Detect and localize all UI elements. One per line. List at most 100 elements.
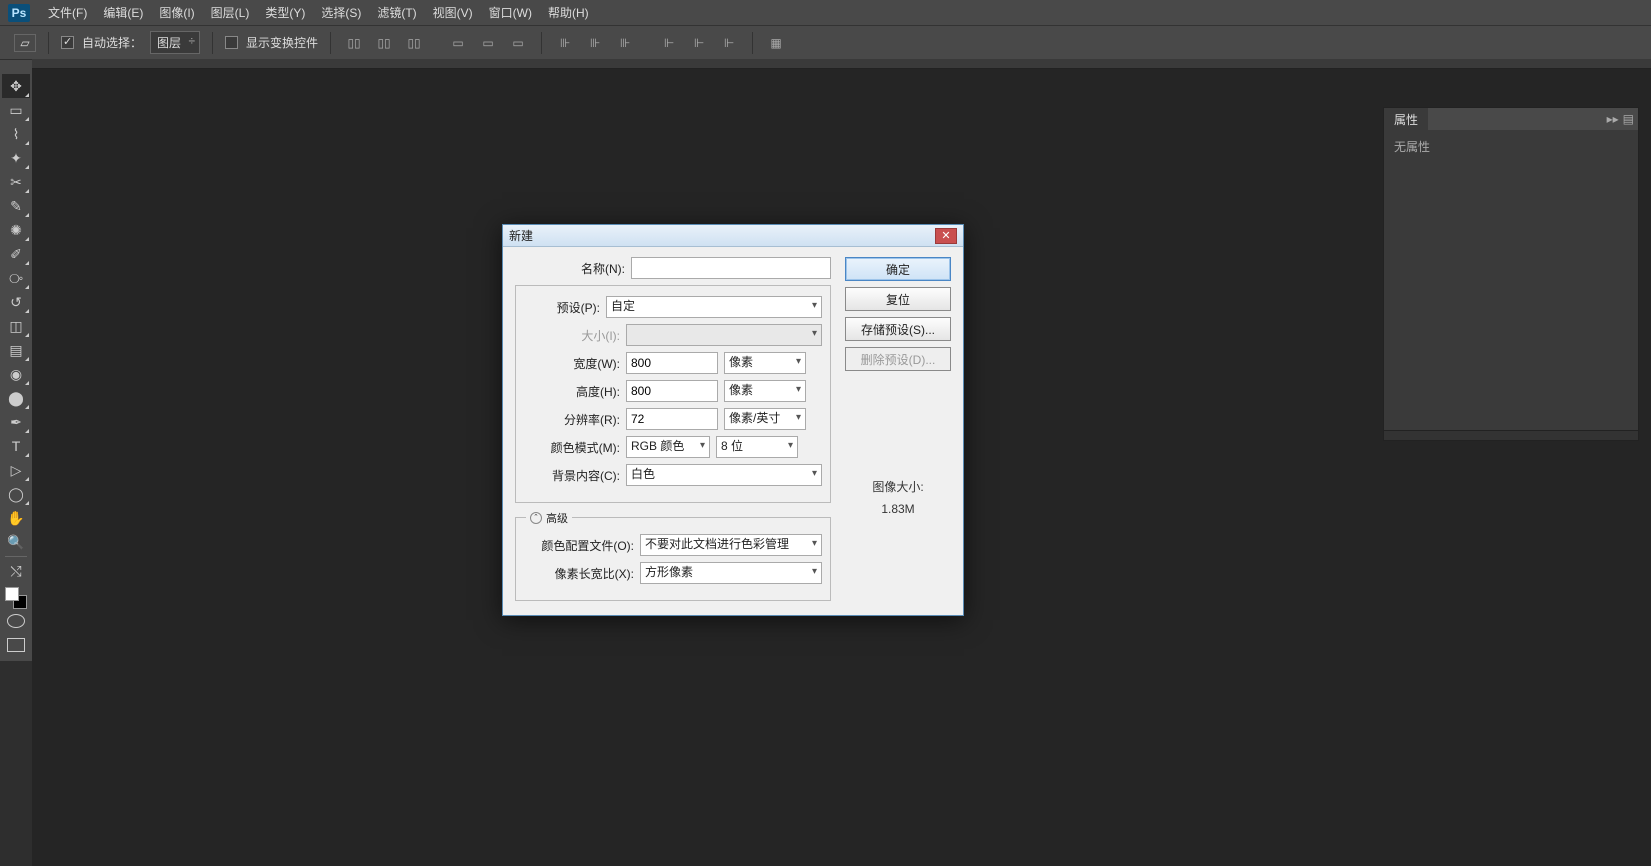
quickmask-icon[interactable] — [2, 609, 30, 633]
menu-file[interactable]: 文件(F) — [40, 4, 95, 21]
lasso-tool[interactable]: ⌇ — [2, 122, 30, 146]
auto-select-label: 自动选择： — [82, 34, 142, 51]
resolution-label: 分辨率(R): — [524, 411, 620, 428]
properties-footer — [1384, 430, 1638, 440]
zoom-tool[interactable]: 🔍 — [2, 530, 30, 554]
gradient-tool[interactable]: ▤ — [2, 338, 30, 362]
properties-panel: 属性 ▸▸ ▤ 无属性 — [1383, 107, 1639, 441]
marquee-tool[interactable]: ▭ — [2, 98, 30, 122]
new-document-dialog: 新建 ✕ 名称(N): 预设(P): 自定 大小(I): 宽度(W): — [502, 224, 964, 616]
panel-menu-icon[interactable]: ▤ — [1623, 112, 1634, 126]
distribute-1-icon[interactable]: ⊪ — [554, 33, 576, 53]
color-profile-label: 颜色配置文件(O): — [524, 537, 634, 554]
eyedropper-tool[interactable]: ✎ — [2, 194, 30, 218]
preset-group: 预设(P): 自定 大小(I): 宽度(W): 像素 高度(H): 像素 — [515, 285, 831, 503]
distribute-4-icon[interactable]: ⊩ — [658, 33, 680, 53]
path-select-tool[interactable]: ▷ — [2, 458, 30, 482]
menu-select[interactable]: 选择(S) — [313, 4, 369, 21]
preset-label: 预设(P): — [524, 299, 600, 316]
height-unit-select[interactable]: 像素 — [724, 380, 806, 402]
menu-help[interactable]: 帮助(H) — [540, 4, 597, 21]
bg-content-select[interactable]: 白色 — [626, 464, 822, 486]
width-unit-select[interactable]: 像素 — [724, 352, 806, 374]
align-top-icon[interactable]: ▭ — [447, 33, 469, 53]
foreground-color[interactable] — [5, 587, 19, 601]
arrange-icon[interactable]: ▦ — [765, 33, 787, 53]
menu-type[interactable]: 类型(Y) — [257, 4, 313, 21]
advanced-toggle[interactable]: ˆ 高级 — [526, 510, 572, 526]
menu-filter[interactable]: 滤镜(T) — [369, 4, 424, 21]
width-input[interactable] — [626, 352, 718, 374]
menu-bar: Ps 文件(F) 编辑(E) 图像(I) 图层(L) 类型(Y) 选择(S) 滤… — [0, 0, 1651, 25]
distribute-5-icon[interactable]: ⊩ — [688, 33, 710, 53]
resolution-input[interactable] — [626, 408, 718, 430]
dialog-close-button[interactable]: ✕ — [935, 228, 957, 244]
advanced-group: ˆ 高级 颜色配置文件(O): 不要对此文档进行色彩管理 像素长宽比(X): 方… — [515, 517, 831, 601]
align-bottom-icon[interactable]: ▭ — [507, 33, 529, 53]
history-brush-tool[interactable]: ↺ — [2, 290, 30, 314]
show-transform-checkbox[interactable] — [225, 36, 238, 49]
auto-select-target-dropdown[interactable]: 图层 — [150, 31, 200, 54]
distribute-3-icon[interactable]: ⊪ — [614, 33, 636, 53]
align-right-icon[interactable]: ▯▯ — [403, 33, 425, 53]
menu-edit[interactable]: 编辑(E) — [95, 4, 151, 21]
auto-select-checkbox[interactable] — [61, 36, 74, 49]
height-input[interactable] — [626, 380, 718, 402]
distribute-6-icon[interactable]: ⊩ — [718, 33, 740, 53]
app-logo: Ps — [8, 4, 30, 22]
pixel-aspect-select[interactable]: 方形像素 — [640, 562, 822, 584]
color-swatch[interactable] — [5, 587, 27, 609]
color-mode-select[interactable]: RGB 颜色 — [626, 436, 710, 458]
height-label: 高度(H): — [524, 383, 620, 400]
move-tool[interactable]: ✥ — [2, 74, 30, 98]
resolution-unit-select[interactable]: 像素/英寸 — [724, 408, 806, 430]
menu-layer[interactable]: 图层(L) — [203, 4, 258, 21]
align-center-h-icon[interactable]: ▯▯ — [373, 33, 395, 53]
hand-tool[interactable]: ✋ — [2, 506, 30, 530]
brush-tool[interactable]: ✐ — [2, 242, 30, 266]
swap-colors-icon[interactable]: ⤭ — [2, 559, 30, 583]
pen-tool[interactable]: ✒ — [2, 410, 30, 434]
active-tool-indicator[interactable]: ▱ — [14, 34, 36, 52]
dialog-title: 新建 — [509, 227, 533, 244]
pixel-aspect-label: 像素长宽比(X): — [524, 565, 634, 582]
tools-grip[interactable] — [0, 60, 32, 70]
menu-window[interactable]: 窗口(W) — [481, 4, 540, 21]
eraser-tool[interactable]: ◫ — [2, 314, 30, 338]
properties-body: 无属性 — [1384, 130, 1638, 430]
menu-image[interactable]: 图像(I) — [151, 4, 202, 21]
screenmode-icon[interactable] — [2, 633, 30, 657]
dodge-tool[interactable]: ⬤ — [2, 386, 30, 410]
advanced-label: 高级 — [546, 510, 568, 526]
crop-tool[interactable]: ✂ — [2, 170, 30, 194]
shape-tool[interactable]: ◯ — [2, 482, 30, 506]
name-input[interactable] — [631, 257, 831, 279]
blur-tool[interactable]: ◉ — [2, 362, 30, 386]
reset-button[interactable]: 复位 — [845, 287, 951, 311]
align-center-v-icon[interactable]: ▭ — [477, 33, 499, 53]
properties-tab[interactable]: 属性 — [1384, 108, 1428, 130]
tools-panel: ✥ ▭ ⌇ ✦ ✂ ✎ ✺ ✐ ⧂ ↺ ◫ ▤ ◉ ⬤ ✒ T ▷ ◯ ✋ 🔍 … — [0, 70, 32, 661]
show-transform-label: 显示变换控件 — [246, 34, 318, 51]
name-label: 名称(N): — [515, 260, 625, 277]
distribute-2-icon[interactable]: ⊪ — [584, 33, 606, 53]
type-tool[interactable]: T — [2, 434, 30, 458]
color-mode-label: 颜色模式(M): — [524, 439, 620, 456]
canvas-grip[interactable] — [32, 59, 1651, 69]
color-profile-select[interactable]: 不要对此文档进行色彩管理 — [640, 534, 822, 556]
magic-wand-tool[interactable]: ✦ — [2, 146, 30, 170]
align-left-icon[interactable]: ▯▯ — [343, 33, 365, 53]
stamp-tool[interactable]: ⧂ — [2, 266, 30, 290]
bit-depth-select[interactable]: 8 位 — [716, 436, 798, 458]
advanced-chevron-icon: ˆ — [530, 512, 542, 524]
ok-button[interactable]: 确定 — [845, 257, 951, 281]
preset-select[interactable]: 自定 — [606, 296, 822, 318]
dialog-titlebar[interactable]: 新建 ✕ — [503, 225, 963, 247]
save-preset-button[interactable]: 存储预设(S)... — [845, 317, 951, 341]
width-label: 宽度(W): — [524, 355, 620, 372]
healing-tool[interactable]: ✺ — [2, 218, 30, 242]
panel-collapse-icon[interactable]: ▸▸ — [1607, 112, 1619, 126]
menu-view[interactable]: 视图(V) — [425, 4, 481, 21]
delete-preset-button: 删除预设(D)... — [845, 347, 951, 371]
image-size-label: 图像大小: — [845, 477, 951, 499]
